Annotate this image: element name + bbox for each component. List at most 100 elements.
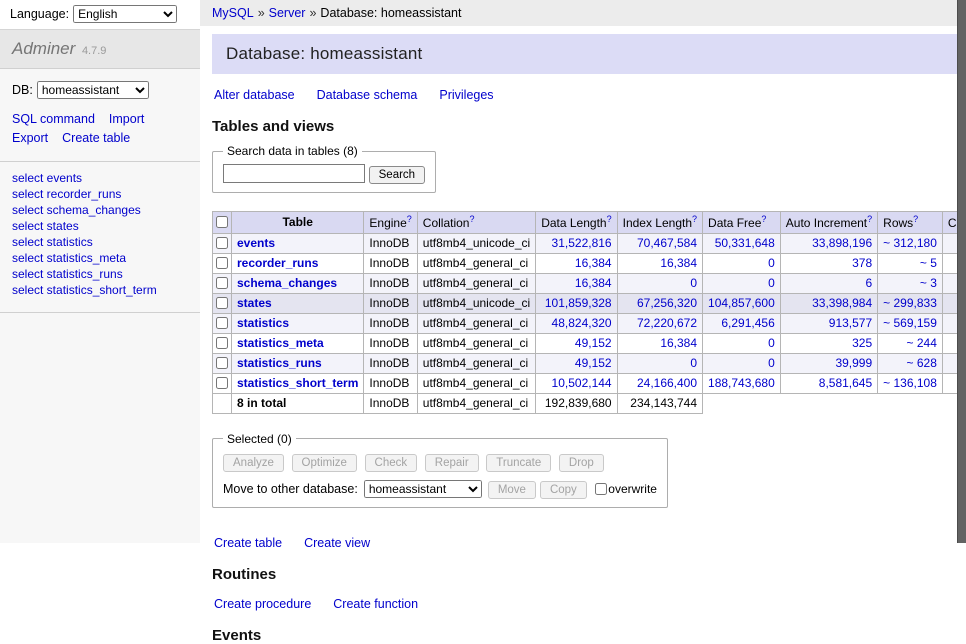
- table-name-link[interactable]: events: [237, 236, 275, 250]
- data-free-link[interactable]: 104,857,600: [708, 296, 775, 310]
- search-input[interactable]: [223, 164, 365, 183]
- index-length-link[interactable]: 0: [690, 356, 697, 370]
- data-free-link[interactable]: 6,291,456: [721, 316, 774, 330]
- table-name-link[interactable]: recorder_runs: [237, 256, 318, 270]
- repair-button[interactable]: Repair: [425, 454, 479, 472]
- column-help-link[interactable]: ?: [407, 214, 412, 224]
- vertical-scrollbar[interactable]: [957, 0, 966, 543]
- index-length-link[interactable]: 67,256,320: [637, 296, 697, 310]
- db-select[interactable]: homeassistant: [37, 81, 149, 99]
- table-name-link[interactable]: statistics_runs: [237, 356, 322, 370]
- row-checkbox[interactable]: [216, 257, 228, 269]
- alter-database-link[interactable]: Alter database: [214, 88, 295, 102]
- data-length-link[interactable]: 48,824,320: [552, 316, 612, 330]
- data-length-link[interactable]: 16,384: [575, 256, 612, 270]
- sidebar-link-import[interactable]: Import: [109, 112, 144, 126]
- auto-increment-link[interactable]: 8,581,645: [819, 376, 872, 390]
- sidebar-link-create-table[interactable]: Create table: [62, 131, 130, 145]
- privileges-link[interactable]: Privileges: [439, 88, 493, 102]
- row-checkbox[interactable]: [216, 237, 228, 249]
- sidebar-select-statistics-short-term[interactable]: select statistics_short_term: [12, 283, 157, 297]
- column-help-link[interactable]: ?: [469, 214, 474, 224]
- row-checkbox[interactable]: [216, 277, 228, 289]
- data-free-link[interactable]: 0: [768, 336, 775, 350]
- language-select[interactable]: English: [73, 5, 177, 23]
- data-length-link[interactable]: 49,152: [575, 336, 612, 350]
- rows-count-link[interactable]: ~ 312,180: [883, 236, 937, 250]
- rows-count-link[interactable]: ~ 244: [907, 336, 937, 350]
- sidebar-select-statistics-meta[interactable]: select statistics_meta: [12, 251, 126, 265]
- rows-count-link[interactable]: ~ 136,108: [883, 376, 937, 390]
- index-length-link[interactable]: 70,467,584: [637, 236, 697, 250]
- row-checkbox[interactable]: [216, 317, 228, 329]
- table-name-link[interactable]: states: [237, 296, 272, 310]
- index-length-link[interactable]: 0: [690, 276, 697, 290]
- analyze-button[interactable]: Analyze: [223, 454, 284, 472]
- index-length-link[interactable]: 16,384: [660, 336, 697, 350]
- data-free-link[interactable]: 0: [768, 356, 775, 370]
- rows-count-link[interactable]: ~ 569,159: [883, 316, 937, 330]
- check-button[interactable]: Check: [365, 454, 418, 472]
- table-row-statistics-runs: statistics_runs InnoDB utf8mb4_general_c…: [213, 353, 966, 373]
- data-length-link[interactable]: 49,152: [575, 356, 612, 370]
- column-help-link[interactable]: ?: [867, 214, 872, 224]
- auto-increment-link[interactable]: 378: [852, 256, 872, 270]
- index-length-link[interactable]: 72,220,672: [637, 316, 697, 330]
- column-help-link[interactable]: ?: [913, 214, 918, 224]
- column-help-link[interactable]: ?: [692, 214, 697, 224]
- move-db-select[interactable]: homeassistant: [364, 480, 482, 498]
- sidebar-select-schema-changes[interactable]: select schema_changes: [12, 203, 141, 217]
- table-name-link[interactable]: statistics_meta: [237, 336, 324, 350]
- breadcrumb-server-link[interactable]: Server: [269, 6, 306, 20]
- data-length-link[interactable]: 31,522,816: [552, 236, 612, 250]
- move-button[interactable]: Move: [488, 481, 536, 499]
- sidebar-link-sql-command[interactable]: SQL command: [12, 112, 95, 126]
- column-help-link[interactable]: ?: [607, 214, 612, 224]
- select-all-checkbox[interactable]: [216, 216, 228, 228]
- data-free-link[interactable]: 50,331,648: [715, 236, 775, 250]
- create-procedure-link[interactable]: Create procedure: [214, 597, 311, 611]
- auto-increment-link[interactable]: 33,898,196: [812, 236, 872, 250]
- auto-increment-link[interactable]: 913,577: [829, 316, 872, 330]
- drop-button[interactable]: Drop: [559, 454, 604, 472]
- breadcrumb-mysql-link[interactable]: MySQL: [212, 6, 254, 20]
- row-checkbox[interactable]: [216, 297, 228, 309]
- copy-button[interactable]: Copy: [540, 481, 587, 499]
- table-name-link[interactable]: statistics: [237, 316, 289, 330]
- sidebar-select-events[interactable]: select events: [12, 171, 82, 185]
- cell-engine: InnoDB: [364, 273, 417, 293]
- data-length-link[interactable]: 16,384: [575, 276, 612, 290]
- auto-increment-link[interactable]: 325: [852, 336, 872, 350]
- rows-count-link[interactable]: ~ 299,833: [883, 296, 937, 310]
- sidebar-select-recorder-runs[interactable]: select recorder_runs: [12, 187, 121, 201]
- database-schema-link[interactable]: Database schema: [317, 88, 418, 102]
- data-free-link[interactable]: 0: [768, 276, 775, 290]
- table-name-link[interactable]: statistics_short_term: [237, 376, 358, 390]
- overwrite-checkbox[interactable]: [595, 483, 607, 495]
- table-name-link[interactable]: schema_changes: [237, 276, 337, 290]
- search-button[interactable]: Search: [369, 166, 425, 184]
- sidebar-select-states[interactable]: select states: [12, 219, 79, 233]
- rows-count-link[interactable]: ~ 5: [920, 256, 937, 270]
- sidebar-select-statistics[interactable]: select statistics: [12, 235, 93, 249]
- create-function-link[interactable]: Create function: [333, 597, 418, 611]
- rows-count-link[interactable]: ~ 3: [920, 276, 937, 290]
- auto-increment-link[interactable]: 6: [865, 276, 872, 290]
- auto-increment-link[interactable]: 39,999: [835, 356, 872, 370]
- auto-increment-link[interactable]: 33,398,984: [812, 296, 872, 310]
- column-help-link[interactable]: ?: [761, 214, 766, 224]
- row-checkbox[interactable]: [216, 337, 228, 349]
- rows-count-link[interactable]: ~ 628: [907, 356, 937, 370]
- sidebar-select-statistics-runs[interactable]: select statistics_runs: [12, 267, 123, 281]
- row-checkbox[interactable]: [216, 377, 228, 389]
- data-free-link[interactable]: 0: [768, 256, 775, 270]
- data-length-link[interactable]: 101,859,328: [545, 296, 612, 310]
- data-length-link[interactable]: 10,502,144: [552, 376, 612, 390]
- optimize-button[interactable]: Optimize: [292, 454, 357, 472]
- index-length-link[interactable]: 24,166,400: [637, 376, 697, 390]
- index-length-link[interactable]: 16,384: [660, 256, 697, 270]
- data-free-link[interactable]: 188,743,680: [708, 376, 775, 390]
- truncate-button[interactable]: Truncate: [486, 454, 551, 472]
- row-checkbox[interactable]: [216, 357, 228, 369]
- sidebar-link-export[interactable]: Export: [12, 131, 48, 145]
